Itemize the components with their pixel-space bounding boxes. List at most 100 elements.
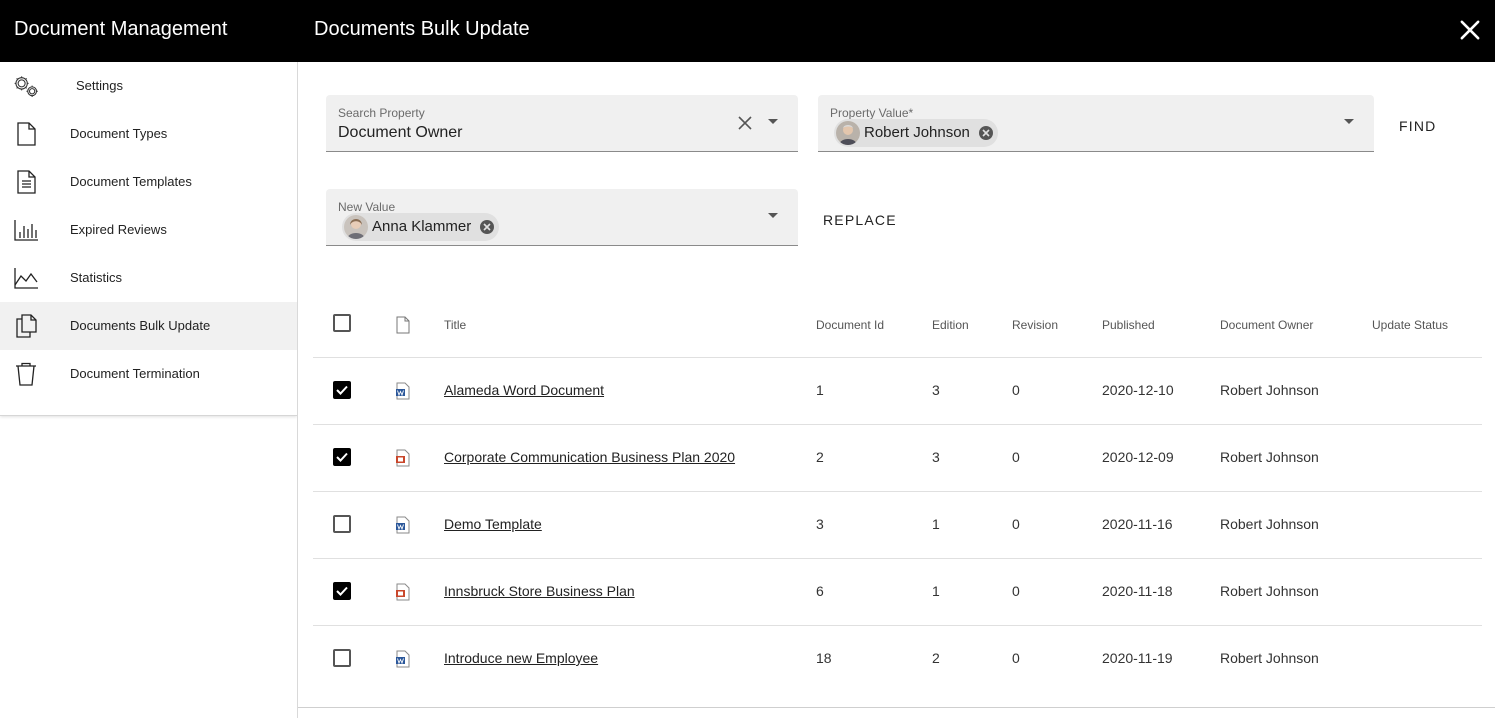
powerpoint-file-icon — [395, 449, 411, 467]
sidebar-item-label: Documents Bulk Update — [70, 318, 211, 333]
document-title-link[interactable]: Corporate Communication Business Plan 20… — [444, 449, 735, 465]
column-header-update-status[interactable]: Update Status — [1372, 318, 1448, 332]
table-divider — [313, 558, 1482, 559]
sidebar-item-expired-reviews[interactable]: Expired Reviews — [0, 206, 297, 254]
sidebar-item-document-termination[interactable]: Document Termination — [0, 350, 297, 398]
word-file-icon — [395, 382, 411, 400]
sidebar-item-document-types[interactable]: Document Types — [0, 110, 297, 158]
replace-button[interactable]: REPLACE — [823, 212, 897, 228]
document-owner: Robert Johnson — [1220, 516, 1319, 532]
row-checkbox[interactable] — [333, 381, 351, 399]
published-date: 2020-12-09 — [1102, 449, 1174, 465]
chip-remove-icon[interactable] — [978, 125, 994, 141]
revision: 0 — [1012, 650, 1020, 666]
trash-icon — [12, 360, 40, 388]
avatar — [344, 215, 368, 239]
published-date: 2020-11-18 — [1102, 583, 1173, 599]
chevron-down-icon[interactable] — [768, 119, 778, 124]
area-chart-icon — [12, 264, 40, 292]
edition: 1 — [932, 516, 940, 532]
row-checkbox[interactable] — [333, 649, 351, 667]
copy-documents-icon — [12, 312, 40, 340]
app-title: Document Management — [14, 18, 228, 40]
sidebar: Settings Document Types Document Templat… — [0, 62, 297, 416]
sidebar-item-label: Expired Reviews — [70, 222, 167, 237]
file-type-header-icon — [395, 316, 411, 334]
edition: 3 — [932, 449, 940, 465]
sidebar-item-documents-bulk-update[interactable]: Documents Bulk Update — [0, 302, 297, 350]
document-icon — [12, 120, 40, 148]
find-button[interactable]: FIND — [1399, 118, 1436, 134]
clear-icon[interactable] — [736, 114, 754, 132]
published-date: 2020-11-19 — [1102, 650, 1173, 666]
edition: 1 — [932, 583, 940, 599]
table-divider — [313, 625, 1482, 626]
revision: 0 — [1012, 516, 1020, 532]
word-file-icon — [395, 516, 411, 534]
new-value-label: New Value — [338, 200, 396, 214]
sidebar-item-label: Statistics — [70, 270, 123, 285]
chip-label: Robert Johnson — [864, 124, 970, 141]
panel-divider — [298, 707, 1495, 708]
search-property-label: Search Property — [338, 106, 425, 120]
sidebar-item-label: Document Termination — [70, 366, 200, 381]
document-title-link[interactable]: Demo Template — [444, 516, 542, 532]
sidebar-item-label: Document Types — [70, 126, 168, 141]
table-divider — [313, 491, 1482, 492]
chip-remove-icon[interactable] — [479, 219, 495, 235]
row-checkbox[interactable] — [333, 515, 351, 533]
document-id: 18 — [816, 650, 832, 666]
column-header-document-owner[interactable]: Document Owner — [1220, 318, 1313, 332]
revision: 0 — [1012, 583, 1020, 599]
chevron-down-icon[interactable] — [1344, 119, 1354, 124]
document-title-link[interactable]: Alameda Word Document — [444, 382, 604, 398]
chevron-down-icon[interactable] — [768, 213, 778, 218]
avatar — [836, 121, 860, 145]
column-header-revision[interactable]: Revision — [1012, 318, 1058, 332]
select-all-checkbox[interactable] — [333, 314, 351, 332]
new-value-chip[interactable]: Anna Klammer — [342, 213, 500, 241]
selected-user-chip[interactable]: Robert Johnson — [834, 119, 998, 147]
search-property-value: Document Owner — [338, 124, 463, 141]
edition: 2 — [932, 650, 940, 666]
document-id: 3 — [816, 516, 824, 532]
revision: 0 — [1012, 382, 1020, 398]
document-lines-icon — [12, 168, 40, 196]
document-id: 6 — [816, 583, 824, 599]
sidebar-item-document-templates[interactable]: Document Templates — [0, 158, 297, 206]
search-property-select[interactable]: Search Property Document Owner — [326, 95, 798, 152]
document-id: 2 — [816, 449, 824, 465]
document-owner: Robert Johnson — [1220, 382, 1319, 398]
table-divider — [313, 357, 1482, 358]
column-header-document-id[interactable]: Document Id — [816, 318, 884, 332]
panel-title: Documents Bulk Update — [314, 18, 530, 40]
row-checkbox[interactable] — [333, 448, 351, 466]
chip-label: Anna Klammer — [372, 218, 472, 235]
gears-icon — [12, 72, 40, 100]
property-value-label: Property Value* — [830, 106, 914, 120]
published-date: 2020-11-16 — [1102, 516, 1173, 532]
document-owner: Robert Johnson — [1220, 583, 1319, 599]
document-id: 1 — [816, 382, 824, 398]
edition: 3 — [932, 382, 940, 398]
column-header-published[interactable]: Published — [1102, 318, 1155, 332]
document-owner: Robert Johnson — [1220, 650, 1319, 666]
column-header-edition[interactable]: Edition — [932, 318, 969, 332]
column-header-title[interactable]: Title — [444, 318, 466, 332]
document-title-link[interactable]: Introduce new Employee — [444, 650, 598, 666]
powerpoint-file-icon — [395, 583, 411, 601]
bar-chart-icon — [12, 216, 40, 244]
sidebar-item-settings[interactable]: Settings — [0, 62, 297, 110]
document-owner: Robert Johnson — [1220, 449, 1319, 465]
published-date: 2020-12-10 — [1102, 382, 1174, 398]
document-title-link[interactable]: Innsbruck Store Business Plan — [444, 583, 635, 599]
sidebar-item-label: Settings — [76, 78, 123, 93]
revision: 0 — [1012, 449, 1020, 465]
top-bar: Document Management Documents Bulk Updat… — [0, 0, 1495, 62]
sidebar-item-statistics[interactable]: Statistics — [0, 254, 297, 302]
sidebar-item-label: Document Templates — [70, 174, 192, 189]
close-icon[interactable] — [1456, 16, 1484, 44]
row-checkbox[interactable] — [333, 582, 351, 600]
table-divider — [313, 424, 1482, 425]
word-file-icon — [395, 650, 411, 668]
